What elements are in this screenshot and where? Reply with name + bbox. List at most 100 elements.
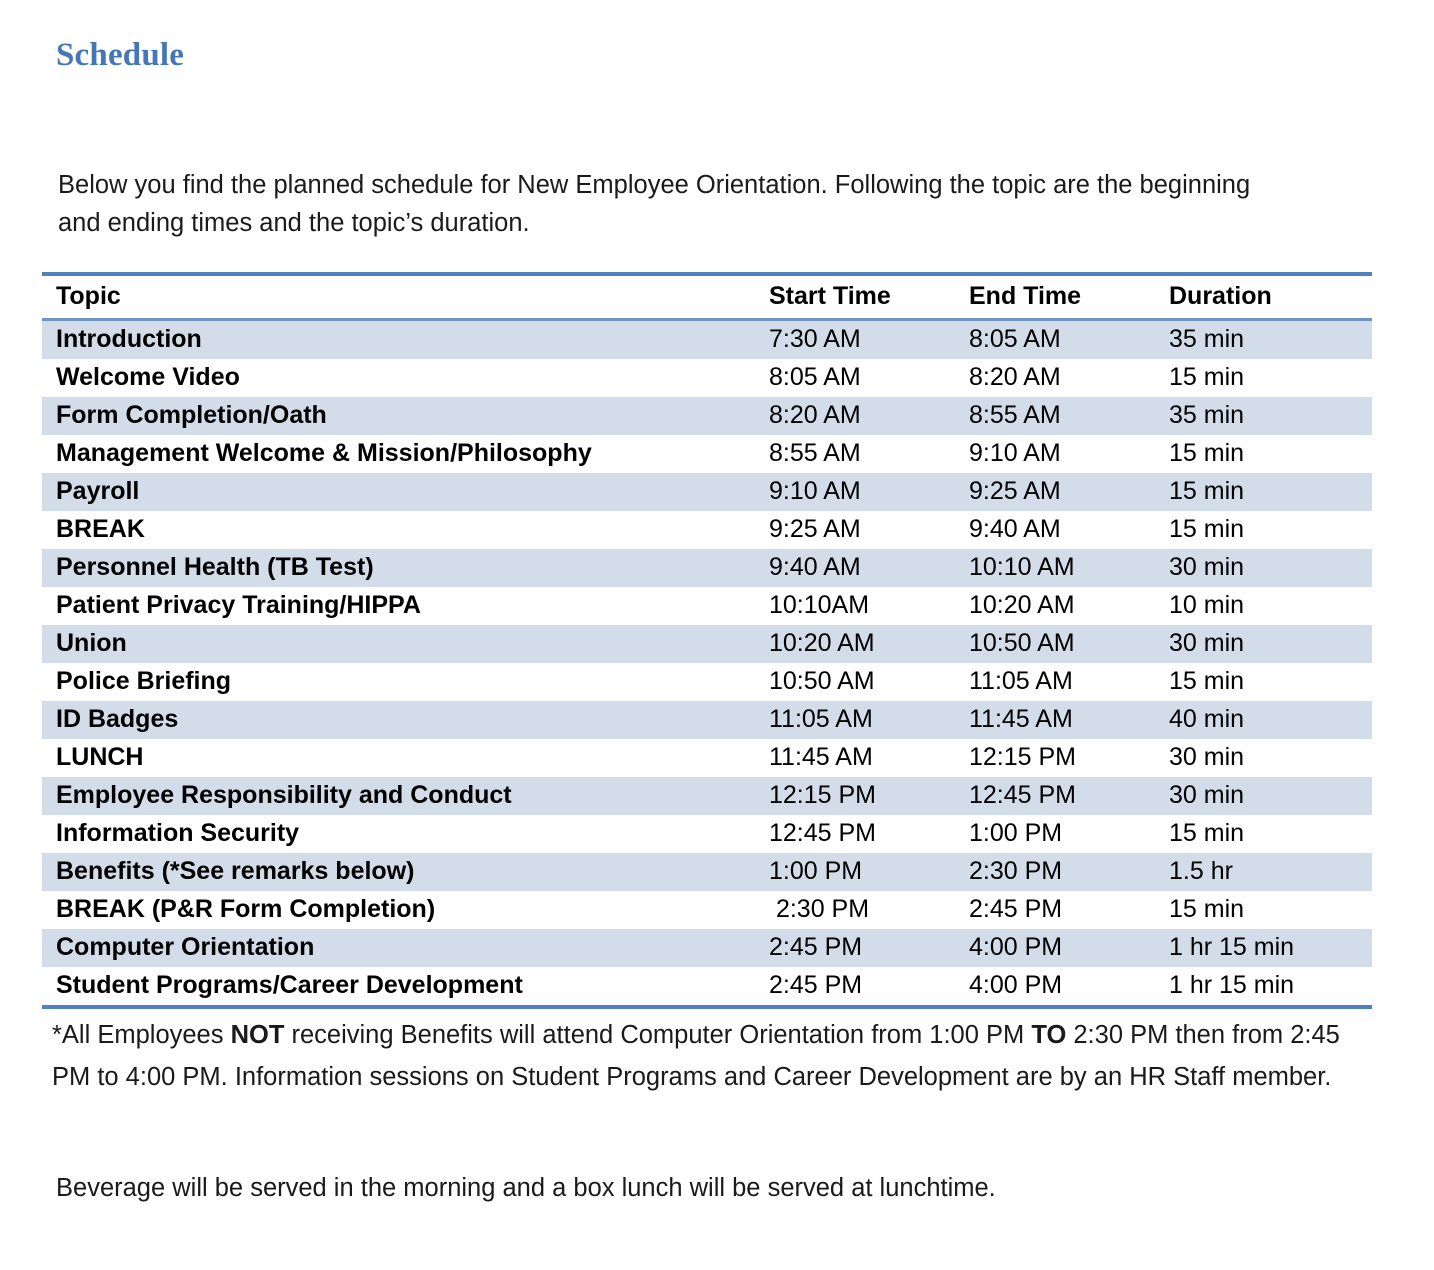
table-row: LUNCH 11:45 AM 12:15 PM 30 min (42, 739, 1372, 777)
cell-start-time: 7:30 AM (755, 319, 955, 359)
cell-duration: 1 hr 15 min (1155, 967, 1372, 1009)
schedule-table: Topic Start Time End Time Duration Intro… (42, 272, 1372, 1009)
footnote-text-1: *All Employees (52, 1020, 231, 1049)
cell-start-time: 10:50 AM (769, 667, 875, 695)
cell-duration: 15 min (1169, 895, 1245, 923)
cell-end-time: 4:00 PM (955, 967, 1155, 1009)
cell-start-time: 12:15 PM (755, 777, 955, 815)
table-row: Patient Privacy Training/HIPPA 10:10AM 10:… (42, 587, 1372, 625)
cell-end-time: 8:55 AM (955, 397, 1155, 435)
cell-topic: BREAK (P&R Form Completion) (56, 895, 436, 923)
cell-duration: 30 min (1155, 777, 1372, 815)
table-header-row: Topic Start Time End Time Duration (42, 272, 1372, 321)
cell-start-time: 9:25 AM (769, 515, 861, 543)
table-row: BREAK 9:25 AM 9:40 AM 15 min (42, 511, 1372, 549)
cell-duration: 40 min (1155, 701, 1372, 739)
cell-duration: 15 min (1169, 667, 1245, 695)
table-row: Employee Responsibility and Conduct 12:15… (42, 777, 1372, 815)
cell-duration: 15 min (1169, 363, 1245, 391)
cell-start-time: 9:40 AM (755, 549, 955, 587)
cell-topic: Management Welcome & Mission/Philosophy (56, 439, 592, 467)
cell-topic: Union (42, 625, 755, 663)
cell-duration: 15 min (1155, 473, 1372, 511)
cell-start-time: 12:45 PM (769, 819, 877, 847)
cell-start-time: 8:55 AM (769, 439, 861, 467)
cell-duration: 1 hr 15 min (1155, 929, 1372, 967)
table-row: ID Badges 11:05 AM 11:45 AM 40 min (42, 701, 1372, 739)
table-row: Form Completion/Oath 8:20 AM 8:55 AM 35 min (42, 397, 1372, 435)
cell-end-time: 10:20 AM (969, 591, 1075, 619)
cell-duration: 15 min (1169, 819, 1245, 847)
cell-topic: Payroll (42, 473, 755, 511)
column-header-duration: Duration (1155, 272, 1372, 321)
table-row: Personnel Health (TB Test) 9:40 AM 10:10 A… (42, 549, 1372, 587)
cell-end-time: 4:00 PM (955, 929, 1155, 967)
table-row: Welcome Video 8:05 AM 8:20 AM 15 min (42, 359, 1372, 397)
cell-end-time: 11:05 AM (969, 667, 1073, 695)
cell-end-time: 11:45 AM (955, 701, 1155, 739)
footnote-paragraph: *All Employees NOT receiving Benefits wi… (52, 1014, 1372, 1098)
cell-topic: LUNCH (56, 743, 144, 771)
column-header-topic: Topic (42, 272, 755, 321)
cell-start-time: 2:30 PM (769, 895, 870, 923)
cell-start-time: 11:45 AM (769, 743, 873, 771)
cell-start-time: 8:20 AM (755, 397, 955, 435)
cell-duration: 30 min (1155, 549, 1372, 587)
cell-topic: ID Badges (42, 701, 755, 739)
closing-paragraph: Beverage will be served in the morning a… (56, 1173, 996, 1202)
cell-start-time: 10:20 AM (755, 625, 955, 663)
cell-topic: BREAK (56, 515, 145, 543)
cell-end-time: 8:20 AM (969, 363, 1061, 391)
cell-duration: 30 min (1169, 743, 1245, 771)
cell-duration: 35 min (1155, 319, 1372, 359)
table-row: Introduction 7:30 AM 8:05 AM 35 min (42, 319, 1372, 359)
cell-end-time: 10:10 AM (955, 549, 1155, 587)
cell-start-time: 11:05 AM (755, 701, 955, 739)
cell-start-time: 1:00 PM (755, 853, 955, 891)
cell-duration: 15 min (1169, 515, 1245, 543)
cell-end-time: 8:05 AM (955, 319, 1155, 359)
cell-end-time: 10:50 AM (955, 625, 1155, 663)
table-row: Management Welcome & Mission/Philosophy 8… (42, 435, 1372, 473)
footnote-emphasis-to: TO (1031, 1020, 1067, 1049)
schedule-table-body: Introduction 7:30 AM 8:05 AM 35 min Welcome … (42, 319, 1372, 1009)
cell-end-time: 9:10 AM (969, 439, 1061, 467)
footnote-text-2: receiving Benefits will attend Computer … (284, 1020, 1032, 1049)
page-title: Schedule (56, 37, 185, 73)
cell-end-time: 9:40 AM (969, 515, 1061, 543)
cell-duration: 35 min (1155, 397, 1372, 435)
cell-duration: 15 min (1169, 439, 1245, 467)
cell-topic: Police Briefing (56, 667, 232, 695)
table-row: BREAK (P&R Form Completion) 2:30 PM 2:45 … (42, 891, 1372, 929)
document-page: Schedule Below you find the planned sche… (0, 0, 1434, 1270)
cell-start-time: 2:45 PM (755, 967, 955, 1009)
cell-end-time: 1:00 PM (969, 819, 1063, 847)
column-header-end-time: End Time (955, 272, 1155, 321)
table-row: Information Security 12:45 PM 1:00 PM 15 mi… (42, 815, 1372, 853)
cell-topic: Computer Orientation (42, 929, 755, 967)
cell-start-time: 2:45 PM (755, 929, 955, 967)
cell-topic: Student Programs/Career Development (42, 967, 755, 1009)
cell-topic: Introduction (42, 319, 755, 359)
cell-start-time: 10:10AM (769, 591, 870, 619)
cell-topic: Benefits (*See remarks below) (42, 853, 755, 891)
cell-end-time: 12:15 PM (969, 743, 1077, 771)
table-row: Union 10:20 AM 10:50 AM 30 min (42, 625, 1372, 663)
cell-end-time: 12:45 PM (955, 777, 1155, 815)
cell-topic: Personnel Health (TB Test) (42, 549, 755, 587)
table-row: Payroll 9:10 AM 9:25 AM 15 min (42, 473, 1372, 511)
intro-paragraph: Below you find the planned schedule for … (58, 170, 1251, 237)
cell-topic: Welcome Video (56, 363, 240, 391)
cell-topic: Employee Responsibility and Conduct (42, 777, 755, 815)
table-row: Computer Orientation 2:45 PM 4:00 PM 1 hr 1… (42, 929, 1372, 967)
schedule-table-container: Topic Start Time End Time Duration Intro… (42, 272, 1372, 1009)
table-row: Student Programs/Career Development 2:45 … (42, 967, 1372, 1009)
cell-topic: Patient Privacy Training/HIPPA (56, 591, 421, 619)
cell-start-time: 9:10 AM (755, 473, 955, 511)
column-header-start-time: Start Time (755, 272, 955, 321)
cell-topic: Information Security (56, 819, 300, 847)
cell-end-time: 2:30 PM (955, 853, 1155, 891)
table-row: Benefits (*See remarks below) 1:00 PM 2:30… (42, 853, 1372, 891)
cell-start-time: 8:05 AM (769, 363, 861, 391)
cell-duration: 10 min (1169, 591, 1245, 619)
